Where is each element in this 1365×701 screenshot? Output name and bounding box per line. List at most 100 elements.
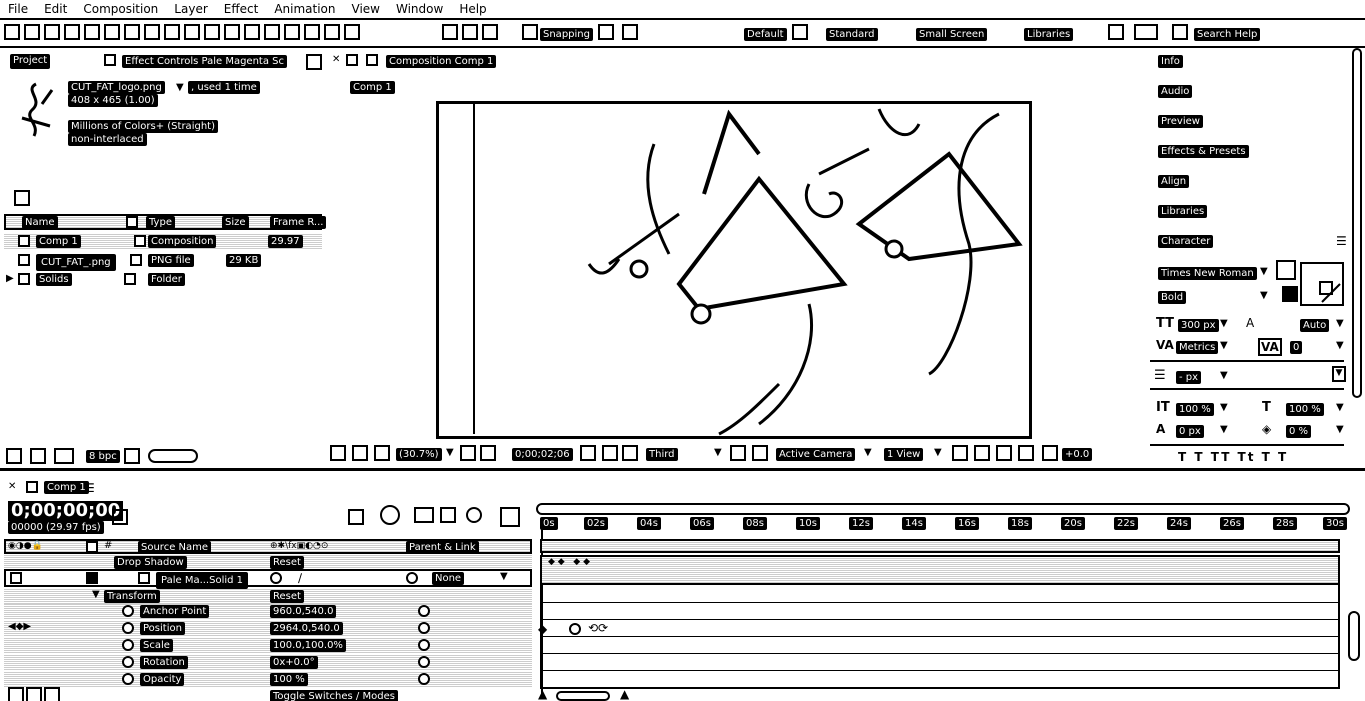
property-value[interactable]: 100 % (270, 673, 308, 686)
bpc-button[interactable]: 8 bpc (86, 450, 120, 463)
chevron-down-icon[interactable]: ▼ (1336, 402, 1344, 413)
resolution-select[interactable]: Third (646, 448, 678, 461)
keyframe-nav-icon[interactable]: ◀◆▶ (8, 621, 31, 632)
fast-previews-icon[interactable] (974, 445, 990, 461)
reset-link[interactable]: Reset (270, 590, 304, 603)
stroke-color-swatch[interactable] (1300, 262, 1344, 306)
comp-subtab[interactable]: Comp 1 (350, 81, 395, 94)
workspace-libraries[interactable]: Libraries (1024, 28, 1074, 41)
monitor-icon[interactable] (352, 445, 368, 461)
workspace-panel-icon[interactable] (1134, 24, 1158, 40)
zoom-in-icon[interactable]: ▲ (620, 687, 629, 701)
interpret-footage-icon[interactable] (6, 448, 22, 464)
chevron-down-icon[interactable]: ▼ (1220, 340, 1228, 351)
menu-composition[interactable]: Composition (75, 0, 166, 18)
snapping-checkbox[interactable] (522, 24, 538, 40)
zoom-tool-icon[interactable] (64, 24, 80, 40)
layer-duration-bar[interactable] (540, 539, 1340, 553)
align-panel-tab[interactable]: Align (1158, 175, 1190, 188)
camera-select[interactable]: Active Camera (776, 448, 856, 461)
search-help-input[interactable]: Search Help (1194, 28, 1261, 41)
transfer-controls-icon[interactable] (26, 687, 42, 701)
menu-effect[interactable]: Effect (216, 0, 267, 18)
project-row-solids[interactable]: ▶ Solids Folder (4, 272, 322, 287)
eyedropper-icon[interactable] (1276, 260, 1296, 280)
project-tab[interactable]: Project (10, 54, 51, 69)
chevron-down-icon[interactable]: ▼ (934, 447, 942, 458)
selection-tool-icon[interactable] (24, 24, 40, 40)
property-row-opacity[interactable]: Opacity 100 % (4, 672, 532, 687)
col-size[interactable]: Size (222, 216, 249, 229)
puppet-starch-tool-icon[interactable] (344, 24, 360, 40)
timeline-icon[interactable] (996, 445, 1012, 461)
pick-whip-icon[interactable] (406, 572, 418, 584)
panel-menu-icon[interactable]: ☰ (1336, 234, 1347, 248)
trash-icon[interactable] (124, 448, 140, 464)
keyframe-icon[interactable]: ◆ (538, 622, 547, 636)
layer-name[interactable]: Pale Ma...Solid 1 (156, 572, 249, 589)
chevron-down-icon[interactable]: ▼ (1260, 290, 1268, 301)
eye-icon[interactable] (10, 572, 22, 584)
new-folder-icon[interactable] (30, 448, 46, 464)
label-col-icon[interactable] (86, 541, 98, 553)
toggle-pixel-aspect-icon[interactable] (952, 445, 968, 461)
label-color-icon[interactable] (130, 254, 142, 266)
timeline-tab[interactable]: Comp 1 (44, 481, 89, 494)
close-icon[interactable]: ✕ (332, 54, 340, 65)
menu-layer[interactable]: Layer (166, 0, 215, 18)
frame-blending-icon[interactable] (440, 507, 456, 523)
lock-icon[interactable] (366, 54, 378, 66)
stroke-style-select[interactable]: ▼ (1332, 366, 1346, 382)
thumbnail-slider[interactable] (148, 449, 198, 463)
lock-view-icon[interactable] (346, 54, 358, 66)
work-area-bar[interactable] (536, 503, 1350, 515)
tracking-field[interactable]: 0 (1290, 341, 1303, 354)
layer-switches-icon[interactable] (8, 687, 24, 701)
text-style-buttons-icon[interactable]: T T TT Tt T T (1178, 450, 1288, 464)
expression-pickwhip-icon[interactable] (418, 656, 430, 668)
chevron-down-icon[interactable]: ▼ (1220, 424, 1228, 435)
expression-pickwhip-icon[interactable] (418, 605, 430, 617)
libraries-panel-tab[interactable]: Libraries (1158, 205, 1208, 218)
menu-help[interactable]: Help (451, 0, 494, 18)
composition-tab[interactable]: Composition Comp 1 (386, 55, 497, 68)
leading-field[interactable]: Auto (1300, 319, 1330, 332)
stopwatch-icon[interactable] (122, 673, 134, 685)
panel-menu-icon[interactable] (306, 54, 322, 70)
chevron-down-icon[interactable]: ▼ (1220, 402, 1228, 413)
roto-brush-tool-icon[interactable] (304, 24, 320, 40)
vr-icon[interactable] (374, 445, 390, 461)
reset-exposure-icon[interactable] (1042, 445, 1058, 461)
current-time[interactable]: 0;00;02;06 (512, 448, 573, 461)
chevron-down-icon[interactable]: ▼ (1220, 318, 1228, 329)
av-features-icon[interactable]: ◉◑●🔒 (8, 541, 43, 551)
stopwatch-icon[interactable] (122, 605, 134, 617)
property-value[interactable]: 0x+0.0° (270, 656, 318, 669)
audio-panel-tab[interactable]: Audio (1158, 85, 1193, 98)
transparency-grid-icon[interactable] (752, 445, 768, 461)
stroke-width-field[interactable]: - px (1176, 371, 1202, 384)
layer-track[interactable] (540, 555, 1340, 585)
clone-stamp-tool-icon[interactable] (264, 24, 280, 40)
search-icon[interactable] (112, 509, 128, 525)
tsume-field[interactable]: 0 % (1286, 425, 1312, 438)
align-icon[interactable] (442, 24, 458, 40)
chevron-down-icon[interactable]: ▼ (446, 447, 454, 458)
horizontal-scale-field[interactable]: 100 % (1286, 403, 1324, 416)
in-out-icon[interactable] (44, 687, 60, 701)
region-of-interest-icon[interactable] (730, 445, 746, 461)
eraser-tool-icon[interactable] (284, 24, 300, 40)
chevron-down-icon[interactable]: ▼ (1336, 424, 1344, 435)
panel-menu-icon[interactable] (26, 481, 38, 493)
property-value[interactable]: 960.0,540.0 (270, 605, 337, 618)
chevron-down-icon[interactable]: ▼ (1260, 266, 1268, 277)
chevron-down-icon[interactable]: ▼ (500, 571, 508, 582)
vertical-scale-field[interactable]: 100 % (1176, 403, 1214, 416)
transform-row[interactable]: ▼ Transform Reset (4, 589, 532, 604)
puppet-tool-icon[interactable] (324, 24, 340, 40)
character-panel-tab[interactable]: Character (1158, 235, 1214, 248)
property-row-position[interactable]: ◀◆▶ Position 2964.0,540.0 (4, 621, 532, 636)
font-family-select[interactable]: Times New Roman (1158, 267, 1257, 280)
drop-shadow-row[interactable]: Drop Shadow Reset (4, 555, 532, 570)
chevron-down-icon[interactable]: ▼ (1336, 340, 1344, 351)
